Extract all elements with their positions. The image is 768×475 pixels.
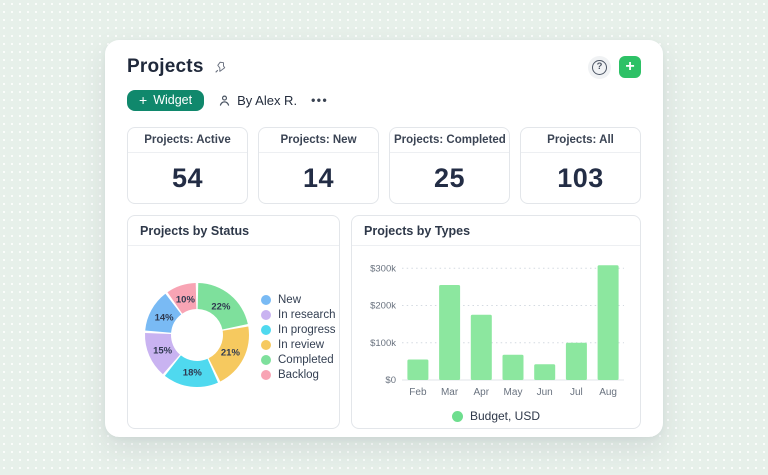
legend-label: Budget, USD: [470, 409, 540, 423]
pin-icon[interactable]: [214, 60, 228, 74]
stat-value: 103: [521, 153, 640, 203]
budget-bar-chart[interactable]: $0 $100k $200k $300k Feb Mar Apr May Jun Jul Aug: [362, 251, 630, 408]
panel-title: Projects by Status: [128, 216, 339, 246]
legend-item-new[interactable]: New: [261, 294, 336, 306]
budget-bar-svg: $0 $100k $200k $300k Feb Mar Apr May Jun Jul Aug: [362, 251, 630, 403]
page-title: Projects: [127, 56, 204, 78]
add-widget-label: Widget: [153, 93, 192, 107]
legend-item-in-review[interactable]: In review: [261, 339, 336, 351]
projects-by-status-panel: Projects by Status 22% 21% 18% 15% 14%10% Ne…: [127, 215, 340, 429]
add-button[interactable]: +: [619, 56, 641, 78]
status-legend: New In research In progress In review Comple…: [261, 294, 336, 381]
stat-value: 25: [390, 153, 509, 203]
status-donut-chart[interactable]: 22% 21% 18% 15% 14%10%: [141, 279, 253, 396]
donut-percent-label: 21%: [221, 347, 241, 358]
legend-item-in-progress[interactable]: In progress: [261, 324, 336, 336]
stat-card-active[interactable]: Projects: Active 54: [127, 127, 248, 204]
person-icon: [218, 94, 231, 107]
x-axis-tick-label: Jun: [537, 387, 553, 398]
bar-jun[interactable]: [534, 364, 555, 380]
stat-label: Projects: All: [521, 128, 640, 153]
stat-card-new[interactable]: Projects: New 14: [258, 127, 379, 204]
legend-item-in-research[interactable]: In research: [261, 309, 336, 321]
donut-percent-label: 18%: [183, 367, 203, 378]
author-chip[interactable]: By Alex R.: [218, 93, 297, 108]
bar-mar[interactable]: [439, 285, 460, 380]
bar-may[interactable]: [503, 355, 524, 380]
legend-label: In review: [278, 339, 324, 351]
y-axis-tick-label: $0: [385, 375, 396, 386]
plus-icon: +: [625, 59, 634, 75]
legend-label: Backlog: [278, 369, 319, 381]
stats-row: Projects: Active 54 Projects: New 14 Pro…: [127, 127, 641, 204]
dashboard-background: { "header": { "title": "Projects", "help…: [0, 0, 768, 475]
legend-label: Completed: [278, 354, 334, 366]
panel-title: Projects by Types: [352, 216, 640, 246]
card-title-row: Projects ? +: [127, 54, 641, 80]
x-axis-tick-label: Aug: [599, 387, 617, 398]
donut-percent-label: 22%: [211, 301, 231, 312]
projects-by-types-panel: Projects by Types $0 $100k $200k $300k Feb Ma…: [351, 215, 641, 429]
legend-label: In progress: [278, 324, 336, 336]
stat-value: 54: [128, 153, 247, 203]
stat-value: 14: [259, 153, 378, 203]
bar-chart-legend[interactable]: Budget, USD: [452, 409, 540, 423]
legend-dot: [452, 411, 463, 422]
x-axis-tick-label: Jul: [570, 387, 583, 398]
stat-label: Projects: Active: [128, 128, 247, 153]
panels-row: Projects by Status 22% 21% 18% 15% 14%10% Ne…: [127, 215, 641, 429]
legend-dot: [261, 295, 271, 305]
status-donut-svg: 22% 21% 18% 15% 14%10%: [141, 279, 253, 391]
y-axis-tick-label: $200k: [370, 301, 396, 312]
legend-item-completed[interactable]: Completed: [261, 354, 336, 366]
bar-feb[interactable]: [407, 360, 428, 381]
status-panel-body: 22% 21% 18% 15% 14%10% New In research In prog…: [128, 246, 339, 428]
types-panel-body: $0 $100k $200k $300k Feb Mar Apr May Jun Jul Aug B…: [352, 246, 640, 428]
author-label: By Alex R.: [237, 93, 297, 108]
legend-dot: [261, 355, 271, 365]
stat-label: Projects: New: [259, 128, 378, 153]
legend-dot: [261, 325, 271, 335]
donut-percent-label: 15%: [153, 345, 173, 356]
stat-card-all[interactable]: Projects: All 103: [520, 127, 641, 204]
x-axis-tick-label: May: [504, 387, 523, 398]
bar-aug[interactable]: [598, 265, 619, 380]
x-axis-tick-label: Apr: [474, 387, 490, 398]
legend-dot: [261, 340, 271, 350]
plus-icon: +: [139, 93, 147, 107]
add-widget-button[interactable]: + Widget: [127, 90, 204, 111]
help-button[interactable]: ?: [588, 56, 611, 79]
donut-percent-label: 10%: [176, 294, 196, 305]
legend-dot: [261, 370, 271, 380]
more-menu-button[interactable]: •••: [311, 93, 328, 107]
bar-apr[interactable]: [471, 315, 492, 380]
legend-item-backlog[interactable]: Backlog: [261, 369, 336, 381]
donut-percent-label: 14%: [155, 312, 175, 323]
legend-dot: [261, 310, 271, 320]
y-axis-tick-label: $100k: [370, 338, 396, 349]
legend-label: New: [278, 294, 301, 306]
stat-label: Projects: Completed: [390, 128, 509, 153]
stat-card-completed[interactable]: Projects: Completed 25: [389, 127, 510, 204]
y-axis-tick-label: $300k: [370, 263, 396, 274]
x-axis-tick-label: Feb: [409, 387, 427, 398]
x-axis-tick-label: Mar: [441, 387, 459, 398]
bar-jul[interactable]: [566, 343, 587, 380]
legend-label: In research: [278, 309, 336, 321]
projects-widget-card: Projects ? + + Widget By Alex R. •••: [105, 40, 663, 437]
question-mark-icon: ?: [592, 60, 607, 75]
card-actions-row: + Widget By Alex R. •••: [127, 89, 641, 111]
